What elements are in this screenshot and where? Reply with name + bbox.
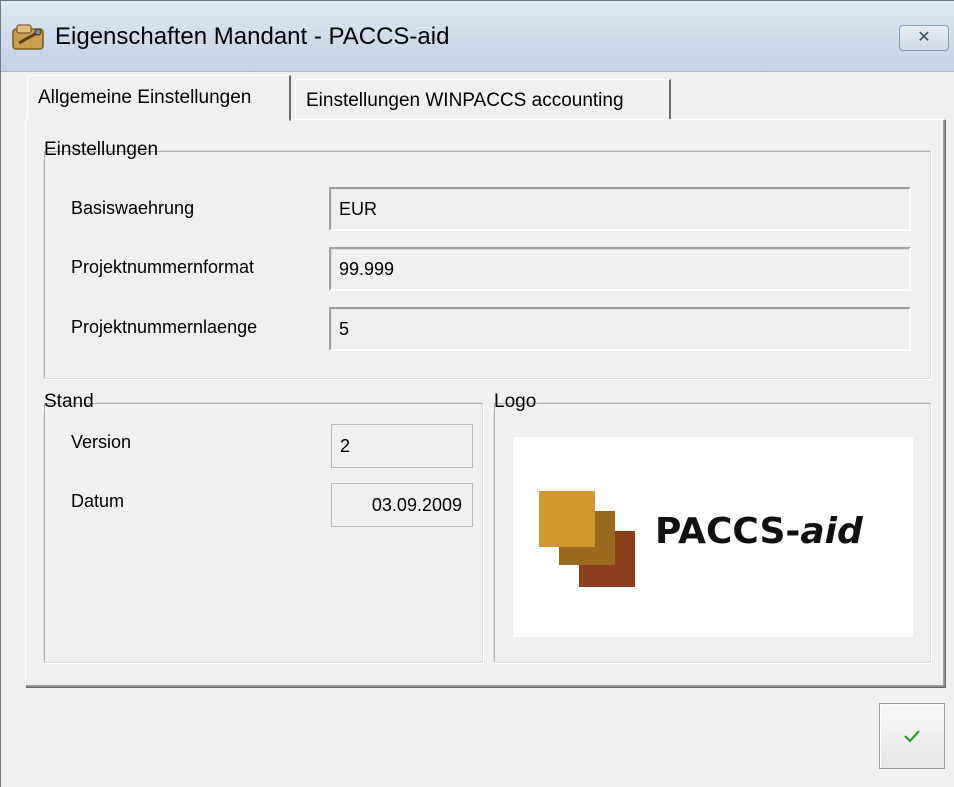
tab-allgemeine-einstellungen[interactable]: Allgemeine Einstellungen bbox=[27, 75, 291, 121]
projektnummernformat-value: 99.999 bbox=[339, 258, 395, 279]
logo-square-light bbox=[539, 491, 595, 547]
basiswaehrung-value: EUR bbox=[339, 198, 378, 219]
close-icon: ✕ bbox=[917, 29, 931, 46]
logo-wordmark: PACCS-aid bbox=[655, 511, 863, 552]
projektnummernformat-field[interactable]: 99.999 bbox=[329, 247, 911, 291]
tab-label: Allgemeine Einstellungen bbox=[38, 87, 252, 108]
app-icon bbox=[12, 24, 44, 50]
close-button[interactable]: ✕ bbox=[899, 25, 949, 51]
version-field: 2 bbox=[331, 424, 473, 468]
tab-einstellungen-winpaccs-accounting[interactable]: Einstellungen WINPACCS accounting bbox=[295, 79, 671, 119]
projektnummernformat-label: Projektnummernformat bbox=[71, 257, 255, 277]
datum-label: Datum bbox=[71, 491, 125, 511]
version-label: Version bbox=[71, 432, 132, 452]
stand-legend: Stand bbox=[44, 391, 94, 412]
projektnummernlaenge-value: 5 bbox=[339, 318, 350, 339]
projektnummernlaenge-field[interactable]: 5 bbox=[329, 307, 911, 351]
logo-legend: Logo bbox=[494, 391, 537, 412]
datum-value: 03.09.2009 bbox=[371, 494, 462, 515]
window-title: Eigenschaften Mandant - PACCS-aid bbox=[55, 23, 450, 50]
basiswaehrung-field[interactable]: EUR bbox=[329, 187, 911, 231]
datum-field: 03.09.2009 bbox=[331, 483, 473, 527]
dialog-window: Eigenschaften Mandant - PACCS-aid ✕ Allg… bbox=[0, 0, 954, 787]
checkmark-icon bbox=[904, 730, 920, 743]
settings-legend: Einstellungen bbox=[44, 139, 159, 160]
title-bar: Eigenschaften Mandant - PACCS-aid ✕ bbox=[1, 1, 954, 72]
projektnummernlaenge-label: Projektnummernlaenge bbox=[71, 317, 258, 337]
tab-label: Einstellungen WINPACCS accounting bbox=[306, 90, 624, 111]
company-logo: PACCS-aid bbox=[513, 437, 913, 637]
ok-button[interactable] bbox=[879, 703, 945, 769]
version-value: 2 bbox=[340, 435, 351, 456]
basiswaehrung-label: Basiswaehrung bbox=[71, 198, 195, 218]
